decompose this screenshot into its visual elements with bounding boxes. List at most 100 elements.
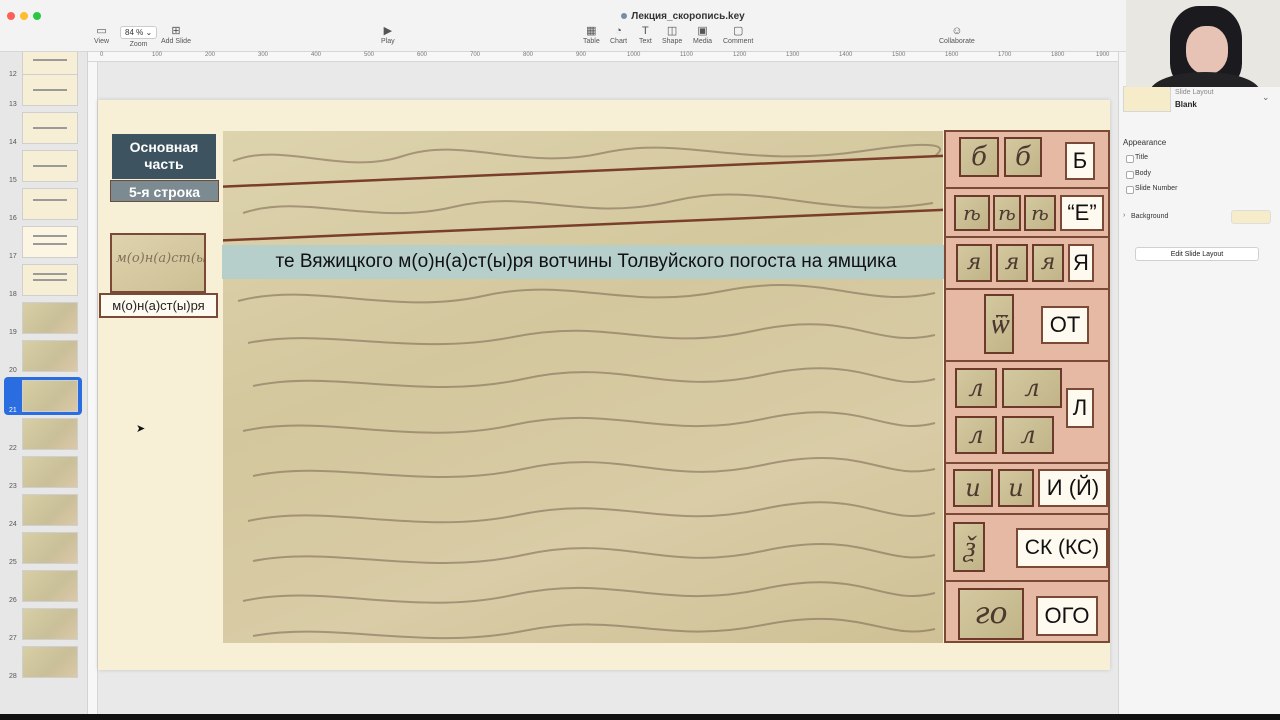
play-label: Play — [381, 38, 395, 45]
ruler-tick: 600 — [417, 52, 428, 58]
add-slide-icon: ⊞ — [171, 25, 181, 37]
chart-button[interactable]: ◔ Chart — [610, 24, 627, 45]
slide-number: 27 — [9, 635, 17, 642]
toolbar: Лекция_скоропись.key ▭ View 84 % ⌄ Zoom … — [0, 0, 1280, 52]
letter-label[interactable]: Я — [1068, 244, 1094, 282]
thumbnail-image — [22, 608, 78, 640]
thumbnail-image — [22, 150, 78, 182]
add-slide-label: Add Slide — [161, 38, 191, 45]
comment-button[interactable]: ▢ Comment — [723, 24, 753, 45]
slide-thumbnail-17[interactable]: 17 — [0, 226, 87, 262]
slide-thumbnail-16[interactable]: 16 — [0, 188, 87, 224]
body-checkbox[interactable] — [1126, 171, 1134, 179]
slide-thumbnail-15[interactable]: 15 — [0, 150, 87, 186]
document-icon — [621, 13, 628, 20]
glyph-image: ѣ — [954, 195, 990, 231]
slide-number: 17 — [9, 253, 17, 260]
slide-thumbnail-27[interactable]: 27 — [0, 608, 87, 644]
background-color-well[interactable] — [1231, 210, 1271, 224]
vertical-ruler — [88, 62, 98, 714]
chart-icon: ◔ — [615, 25, 622, 37]
slide-thumbnail-25[interactable]: 25 — [0, 532, 87, 568]
play-icon: ▶ — [383, 25, 393, 37]
glyph-image: л — [955, 368, 997, 408]
title-checkbox[interactable] — [1126, 155, 1134, 163]
thumbnail-image — [22, 418, 78, 450]
panel-divider — [946, 288, 1108, 290]
letter-label[interactable]: Л — [1066, 388, 1094, 428]
slide-thumbnail-19[interactable]: 19 — [0, 302, 87, 338]
transliteration-bar[interactable]: те Вяжицкого м(о)н(а)ст(ы)ря вотчины Тол… — [222, 245, 950, 279]
play-button[interactable]: ▶ Play — [381, 24, 395, 45]
panel-divider — [946, 187, 1108, 189]
glyph-image: ѯ — [953, 522, 985, 572]
ruler-tick: 1300 — [786, 52, 800, 58]
slide-number-label: Slide Number — [1135, 185, 1178, 192]
thumbnail-image — [22, 264, 78, 296]
horizontal-ruler: 0 100 200 300 400 500 600 700 800 900 10… — [88, 52, 1118, 62]
panel-divider — [946, 513, 1108, 515]
ruler-tick: 100 — [152, 52, 163, 58]
slide-thumbnail-28[interactable]: 28 — [0, 646, 87, 682]
zoom-button[interactable]: 84 % ⌄ Zoom — [120, 26, 158, 48]
edit-slide-layout-button[interactable]: Edit Slide Layout — [1135, 247, 1259, 261]
text-button[interactable]: T Text — [639, 24, 652, 45]
table-button[interactable]: ▦ Table — [583, 24, 600, 45]
glyph-image: я — [956, 244, 992, 282]
slide-thumbnail-22[interactable]: 22 — [0, 418, 87, 454]
format-inspector: Slide Layout Blank ⌄ Appearance Title Bo… — [1118, 52, 1280, 714]
slide-layout-name[interactable]: Blank — [1175, 100, 1197, 109]
chevron-right-icon[interactable]: › — [1123, 212, 1125, 219]
glyph-image: и — [998, 469, 1034, 507]
word-image-crop[interactable]: м(о)н(а)ст(ы)ря — [110, 233, 206, 293]
thumbnail-image — [22, 112, 78, 144]
ruler-tick: 1400 — [839, 52, 853, 58]
ruler-tick: 1800 — [1051, 52, 1065, 58]
glyph-image: ѿ — [984, 294, 1014, 354]
slide-number: 25 — [9, 559, 17, 566]
slide-thumbnail-13[interactable]: 13 — [0, 74, 87, 110]
panel-divider — [946, 360, 1108, 362]
handwritten-word: м(о)н(а)ст(ы)ря — [116, 251, 206, 266]
collaborate-label: Collaborate — [939, 38, 975, 45]
shape-button[interactable]: ◫ Shape — [662, 24, 682, 45]
slide-number: 22 — [9, 445, 17, 452]
slide-thumbnail-21[interactable]: 21 — [0, 380, 87, 416]
letter-label[interactable]: Б — [1065, 142, 1095, 180]
slide-thumbnail-20[interactable]: 20 — [0, 340, 87, 376]
layout-thumbnail[interactable] — [1123, 86, 1171, 112]
chevron-down-icon[interactable]: ⌄ — [1262, 92, 1270, 103]
letter-label[interactable]: И (Й) — [1038, 469, 1108, 507]
manuscript-image[interactable] — [223, 131, 943, 643]
panel-divider — [946, 580, 1108, 582]
zoom-value-text: 84 % — [125, 28, 144, 37]
letter-label[interactable]: “Е” — [1060, 195, 1104, 231]
letter-label[interactable]: ОГО — [1036, 596, 1098, 636]
slide-thumbnail-23[interactable]: 23 — [0, 456, 87, 492]
row-label[interactable]: 5-я строка — [110, 180, 219, 202]
thumbnail-image — [22, 456, 78, 488]
media-button[interactable]: ▣ Media — [693, 24, 712, 45]
slide-number: 18 — [9, 291, 17, 298]
add-slide-button[interactable]: ⊞ Add Slide — [161, 24, 191, 45]
media-label: Media — [693, 38, 713, 45]
slide-navigator: 12 13 14 15 16 17 18 19 20 21 22 23 24 2… — [0, 52, 88, 714]
thumbnail-image — [22, 226, 78, 258]
slide-thumbnail-24[interactable]: 24 — [0, 494, 87, 530]
slide-number-checkbox[interactable] — [1126, 186, 1134, 194]
slide-thumbnail-18[interactable]: 18 — [0, 264, 87, 300]
slide-thumbnail-14[interactable]: 14 — [0, 112, 87, 148]
background-label[interactable]: Background — [1131, 213, 1168, 220]
word-label[interactable]: м(о)н(а)ст(ы)ря — [99, 293, 218, 318]
slide-thumbnail-26[interactable]: 26 — [0, 570, 87, 606]
letter-label[interactable]: СК (КС) — [1016, 528, 1108, 568]
ruler-tick: 1500 — [892, 52, 906, 58]
letter-label[interactable]: ОТ — [1041, 306, 1089, 344]
zoom-value[interactable]: 84 % ⌄ — [120, 26, 158, 39]
glyph-image: л — [1002, 416, 1054, 454]
chevron-down-icon: ⌄ — [145, 28, 153, 37]
collaborate-button[interactable]: ☺ Collaborate — [939, 24, 975, 45]
letter-panel[interactable]: б б Б ѣ ѣ ѣ “Е” я я я Я ѿ ОТ л л л л Л и… — [944, 130, 1110, 643]
view-button[interactable]: ▭ View — [94, 24, 109, 45]
section-label[interactable]: Основная часть — [112, 134, 216, 179]
